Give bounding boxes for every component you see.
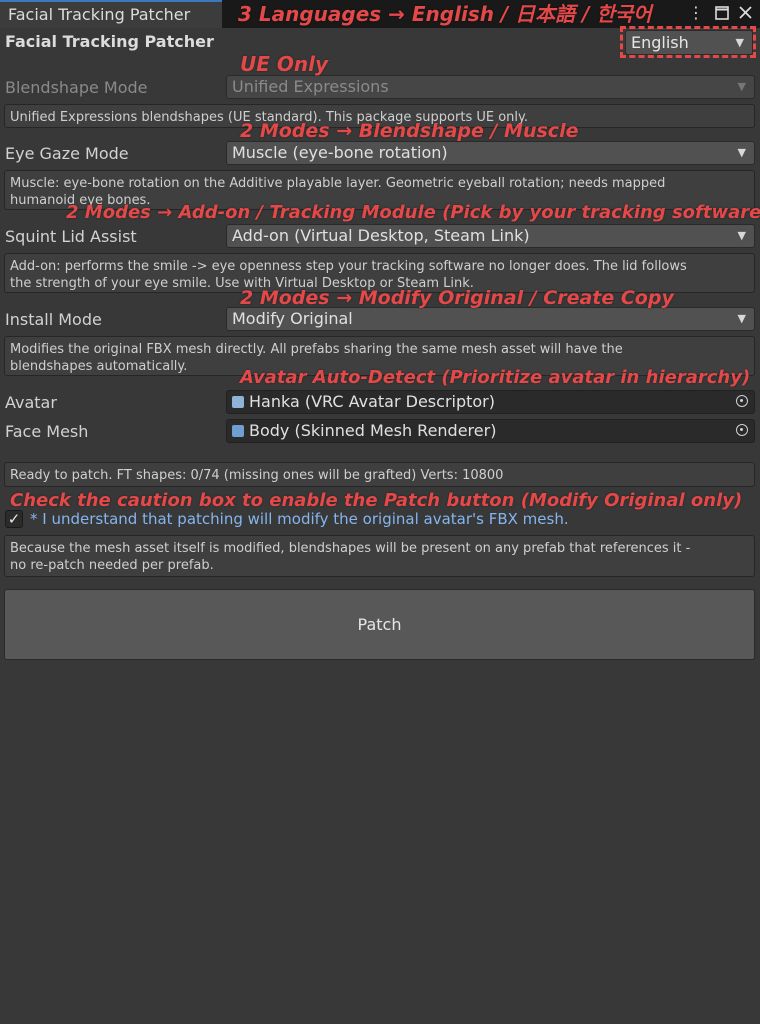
caution-help: Because the mesh asset itself is modifie… (4, 535, 755, 577)
chevron-down-icon: ▼ (737, 229, 746, 242)
eye-gaze-mode-value: Muscle (eye-bone rotation) (232, 143, 448, 162)
blendshape-mode-label: Blendshape Mode (5, 78, 148, 97)
kebab-menu-icon[interactable]: ⋮ (688, 2, 704, 24)
chevron-down-icon: ▼ (737, 146, 746, 159)
object-picker-icon[interactable] (736, 395, 748, 407)
patch-button[interactable]: Patch (4, 589, 755, 660)
eye-gaze-help-line1: Muscle: eye-bone rotation on the Additiv… (10, 176, 666, 191)
annotation-install-modes: 2 Modes → Modify Original / Create Copy (240, 287, 674, 309)
install-help-line1: Modifies the original FBX mesh directly.… (10, 342, 623, 357)
chevron-down-icon: ▼ (737, 80, 746, 93)
tab-facial-tracking-patcher[interactable]: Facial Tracking Patcher (0, 0, 222, 28)
caution-checkbox[interactable]: ✓ (5, 510, 23, 528)
status-text: Ready to patch. FT shapes: 0/74 (missing… (10, 468, 504, 483)
avatar-value: Hanka (VRC Avatar Descriptor) (249, 392, 495, 411)
install-mode-value: Modify Original (232, 309, 353, 328)
avatar-descriptor-icon (232, 396, 244, 408)
skinned-mesh-icon (232, 425, 244, 437)
caution-label[interactable]: * I understand that patching will modify… (30, 510, 569, 528)
squint-lid-assist-dropdown[interactable]: Add-on (Virtual Desktop, Steam Link) ▼ (226, 224, 755, 248)
close-icon[interactable] (736, 2, 754, 24)
install-mode-label: Install Mode (5, 310, 102, 329)
object-picker-icon[interactable] (736, 424, 748, 436)
eye-gaze-mode-label: Eye Gaze Mode (5, 144, 129, 163)
annotation-caution-hint: Check the caution box to enable the Patc… (10, 490, 743, 511)
blendshape-mode-value: Unified Expressions (232, 77, 389, 96)
chevron-down-icon: ▼ (737, 312, 746, 325)
annotation-languages: 3 Languages → English / 日本語 / 한국어 (238, 2, 652, 26)
status-box: Ready to patch. FT shapes: 0/74 (missing… (4, 462, 755, 487)
annotation-auto-detect: Avatar Auto-Detect (Prioritize avatar in… (240, 367, 751, 388)
face-mesh-label: Face Mesh (5, 422, 89, 441)
blendshape-mode-dropdown: Unified Expressions ▼ (226, 75, 755, 99)
squint-lid-assist-value: Add-on (Virtual Desktop, Steam Link) (232, 226, 530, 245)
caution-help-line1: Because the mesh asset itself is modifie… (10, 541, 691, 556)
avatar-object-field[interactable]: Hanka (VRC Avatar Descriptor) (226, 390, 755, 414)
chevron-down-icon: ▼ (735, 36, 744, 49)
annotation-gaze-modes: 2 Modes → Blendshape / Muscle (240, 120, 579, 142)
avatar-label: Avatar (5, 393, 57, 412)
annotation-lid-modes: 2 Modes → Add-on / Tracking Module (Pick… (66, 202, 760, 223)
face-mesh-value: Body (Skinned Mesh Renderer) (249, 421, 497, 440)
caution-help-line2: no re-patch needed per prefab. (10, 558, 214, 573)
language-dropdown[interactable]: English ▼ (625, 30, 753, 55)
maximize-icon[interactable] (712, 2, 732, 24)
eye-gaze-mode-dropdown[interactable]: Muscle (eye-bone rotation) ▼ (226, 141, 755, 165)
page-title: Facial Tracking Patcher (5, 32, 214, 51)
install-mode-dropdown[interactable]: Modify Original ▼ (226, 307, 755, 331)
squint-lid-assist-label: Squint Lid Assist (5, 227, 137, 246)
face-mesh-object-field[interactable]: Body (Skinned Mesh Renderer) (226, 419, 755, 443)
annotation-ue-only: UE Only (240, 52, 328, 76)
squint-help-line1: Add-on: performs the smile -> eye openne… (10, 259, 687, 274)
language-value: English (631, 33, 689, 52)
